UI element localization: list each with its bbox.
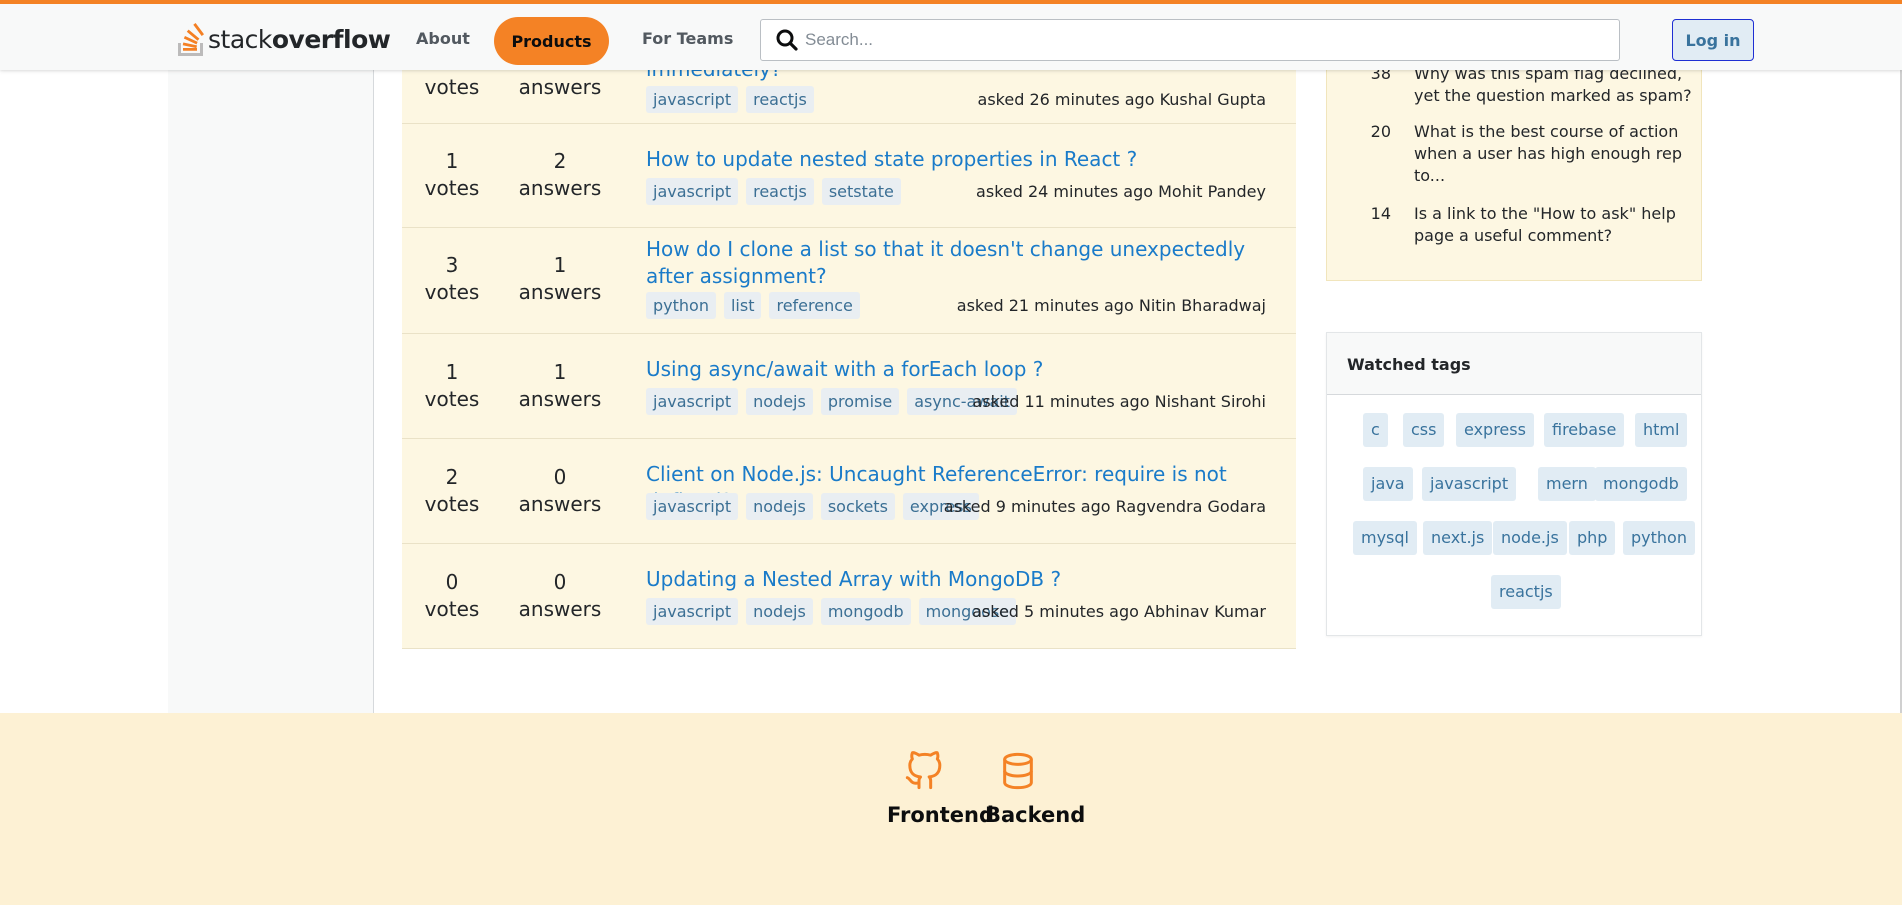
tag[interactable]: javascript [646, 493, 739, 520]
nav-for-teams[interactable]: For Teams [642, 29, 733, 48]
featured-post-link[interactable]: Is a link to the "How to ask" help page … [1414, 203, 1699, 247]
watched-tag[interactable]: javascript [1422, 467, 1517, 501]
watched-tag[interactable]: firebase [1544, 413, 1625, 447]
answers-count: 2 answers [518, 149, 602, 200]
votes-count: votes [424, 75, 480, 99]
tag[interactable]: javascript [646, 178, 739, 205]
votes-count: 1 votes [424, 360, 480, 411]
search-input[interactable] [805, 30, 1585, 50]
top-bar: stackoverflow About Products For Teams L… [0, 0, 1902, 70]
author-link[interactable]: Ragvendra Godara [1116, 497, 1266, 516]
votes-count: 2 votes [424, 465, 480, 516]
question-tags: javascript reactjs setstate [646, 178, 901, 205]
tag[interactable]: reactjs [746, 86, 814, 113]
login-button[interactable]: Log in [1672, 19, 1754, 61]
question-row: 2 votes 0 answers Client on Node.js: Uncau… [402, 439, 1296, 544]
stackoverflow-logo[interactable]: stackoverflow [176, 20, 391, 58]
nav-products-button[interactable]: Products [494, 17, 609, 65]
tag[interactable]: nodejs [746, 493, 813, 520]
watched-tag[interactable]: css [1403, 413, 1445, 447]
watched-tag[interactable]: html [1635, 413, 1688, 447]
tag[interactable]: mongodb [820, 598, 911, 625]
footer: Frontend Backend [0, 713, 1902, 905]
answers-count: answers [518, 75, 602, 99]
backend-link-label[interactable]: Backend [985, 803, 1085, 827]
watched-tag[interactable]: next.js [1423, 521, 1493, 555]
question-tags: javascript nodejs sockets express [646, 493, 979, 520]
question-tags: javascript nodejs promise async-await [646, 388, 1017, 415]
watched-tag[interactable]: reactjs [1491, 575, 1561, 609]
question-title-link[interactable]: How do I clone a list so that it doesn't… [646, 236, 1246, 290]
watched-tags-title: Watched tags [1327, 333, 1701, 395]
answers-count: 1 answers [518, 360, 602, 411]
author-link[interactable]: Nitin Bharadwaj [1139, 296, 1266, 315]
votes-count: 0 votes [424, 570, 480, 621]
watched-tag[interactable]: mongodb [1595, 467, 1687, 501]
votes-count: 1 votes [424, 149, 480, 200]
asked-info: asked 11 minutes ago Nishant Sirohi [972, 392, 1266, 411]
question-row: votes answers immediately? javascript re… [402, 57, 1296, 124]
tag[interactable]: reference [769, 292, 860, 319]
tag[interactable]: list [723, 292, 762, 319]
watched-tag[interactable]: python [1623, 521, 1695, 555]
question-tags: javascript nodejs mongodb mongoose [646, 598, 1017, 625]
author-link[interactable]: Abhinav Kumar [1144, 602, 1266, 621]
author-link[interactable]: Nishant Sirohi [1155, 392, 1266, 411]
question-title-link[interactable]: How to update nested state properties in… [646, 146, 1246, 173]
tag[interactable]: javascript [646, 598, 739, 625]
asked-info: asked 21 minutes ago Nitin Bharadwaj [956, 296, 1266, 315]
watched-tag[interactable]: mysql [1353, 521, 1417, 555]
tag[interactable]: nodejs [746, 598, 813, 625]
tag[interactable]: sockets [820, 493, 895, 520]
nav-about[interactable]: About [416, 29, 470, 48]
tag[interactable]: setstate [821, 178, 901, 205]
question-row: 1 votes 1 answers Using async/await with a… [402, 334, 1296, 439]
github-icon[interactable] [904, 751, 944, 791]
logo-text: stackoverflow [208, 24, 391, 54]
watched-tag[interactable]: java [1363, 467, 1413, 501]
asked-info: asked 24 minutes ago Mohit Pandey [976, 182, 1266, 201]
featured-posts-panel: 38 Why was this spam flag declined, yet … [1326, 50, 1702, 281]
featured-post-count: 14 [1370, 204, 1391, 223]
stackoverflow-logo-icon [178, 23, 204, 56]
question-row: 0 votes 0 answers Updating a Nested Array … [402, 544, 1296, 649]
tag[interactable]: promise [820, 388, 900, 415]
frontend-link-label[interactable]: Frontend [887, 803, 994, 827]
search-icon [776, 29, 798, 51]
tag[interactable]: python [646, 292, 716, 319]
watched-tag[interactable]: mern [1538, 467, 1596, 501]
author-link[interactable]: Mohit Pandey [1158, 182, 1266, 201]
left-sidebar [168, 70, 374, 713]
question-tags: python list reference [646, 292, 860, 319]
featured-post-link[interactable]: What is the best course of action when a… [1414, 121, 1699, 187]
author-link[interactable]: Kushal Gupta [1160, 90, 1266, 109]
question-title-link[interactable]: Using async/await with a forEach loop ? [646, 356, 1246, 383]
answers-count: 1 answers [518, 253, 602, 304]
database-icon[interactable] [998, 751, 1038, 791]
search-box [760, 19, 1620, 61]
asked-info: asked 26 minutes ago Kushal Gupta [977, 90, 1266, 109]
watched-tags-panel: Watched tags c css express firebase html… [1326, 332, 1702, 636]
watched-tag[interactable]: express [1456, 413, 1534, 447]
question-row: 3 votes 1 answers How do I clone a list so… [402, 228, 1296, 334]
question-title-link[interactable]: Updating a Nested Array with MongoDB ? [646, 566, 1246, 593]
watched-tag[interactable]: c [1363, 413, 1388, 447]
tag[interactable]: nodejs [746, 388, 813, 415]
answers-count: 0 answers [518, 465, 602, 516]
question-row: 1 votes 2 answers How to update nested sta… [402, 124, 1296, 228]
tag[interactable]: javascript [646, 86, 739, 113]
answers-count: 0 answers [518, 570, 602, 621]
tag[interactable]: javascript [646, 388, 739, 415]
watched-tag[interactable]: php [1569, 521, 1616, 555]
watched-tag[interactable]: node.js [1493, 521, 1567, 555]
question-tags: javascript reactjs [646, 86, 814, 113]
asked-info: asked 5 minutes ago Abhinav Kumar [972, 602, 1266, 621]
votes-count: 3 votes [424, 253, 480, 304]
featured-post-count: 20 [1370, 122, 1391, 141]
tag[interactable]: reactjs [746, 178, 814, 205]
asked-info: asked 9 minutes ago Ragvendra Godara [943, 497, 1266, 516]
